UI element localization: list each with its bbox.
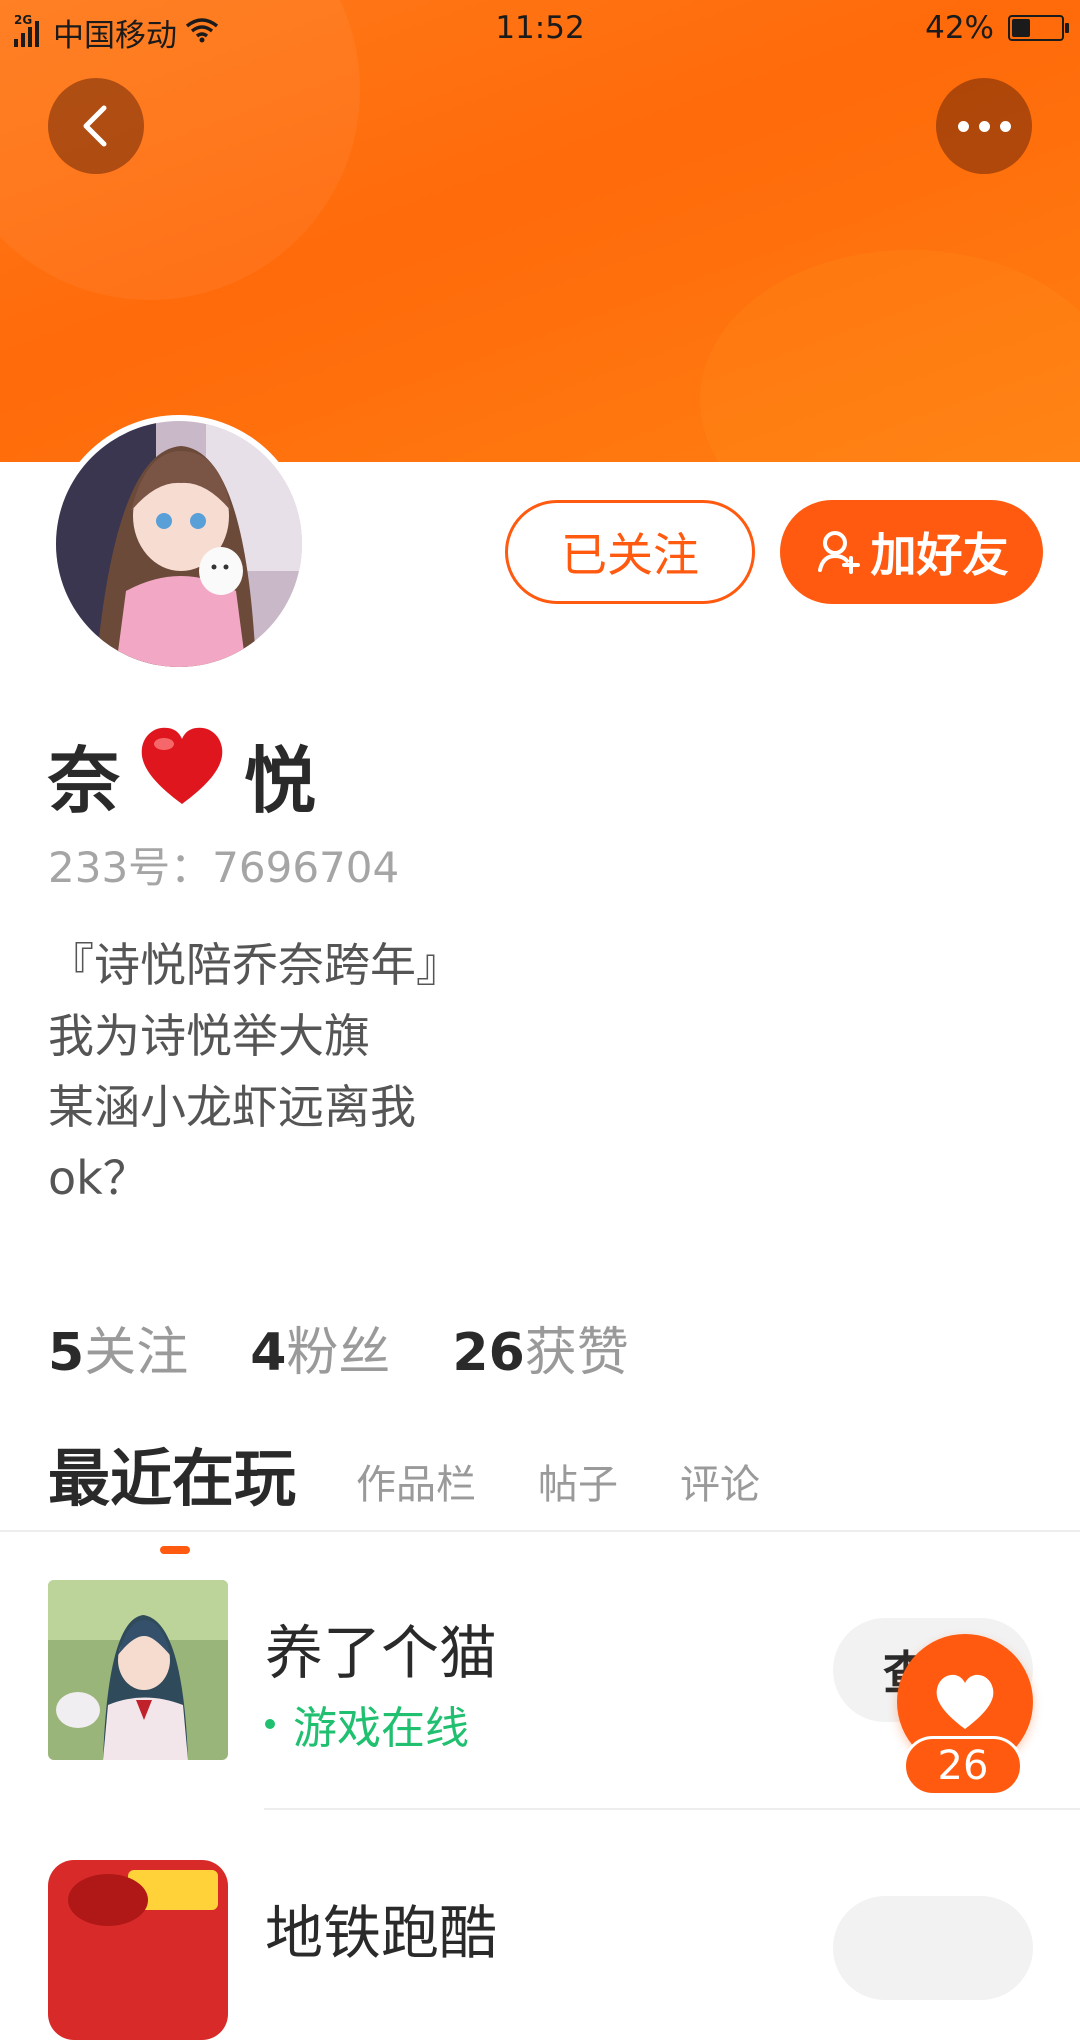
row-divider: [264, 1808, 1080, 1810]
online-dot-icon: [265, 1719, 275, 1729]
heart-emoji: [138, 724, 226, 825]
back-button[interactable]: [48, 78, 144, 174]
chevron-left-icon: [83, 105, 107, 147]
more-dots-icon: [957, 120, 1011, 132]
heart-icon: [936, 1674, 994, 1729]
game-title: 养了个猫: [265, 1619, 498, 1687]
avatar[interactable]: [50, 415, 308, 673]
name-part-1: 奈: [48, 739, 121, 823]
battery-icon: [1008, 15, 1069, 41]
tab-divider: [0, 1530, 1080, 1532]
tab-posts[interactable]: 帖子: [538, 1452, 618, 1528]
name-part-2: 悦: [244, 739, 317, 823]
stats-row: 5关注 4粉丝 26获赞: [48, 1310, 629, 1385]
add-user-icon: [817, 531, 860, 574]
tab-recently-played[interactable]: 最近在玩: [48, 1428, 296, 1554]
more-button[interactable]: [936, 78, 1032, 174]
game-status: 游戏在线: [265, 1692, 469, 1756]
view-button[interactable]: [833, 1896, 1033, 2000]
add-friend-button[interactable]: 加好友: [780, 500, 1043, 604]
bio-line: 某涵小龙虾远离我: [48, 1080, 416, 1134]
game-title: 地铁跑酷: [265, 1899, 498, 1967]
battery-percent: 42%: [925, 10, 994, 46]
stat-following[interactable]: 5关注: [48, 1310, 188, 1385]
tab-bar: 最近在玩 作品栏 帖子 评论: [48, 1428, 822, 1554]
tab-comments[interactable]: 评论: [680, 1452, 760, 1528]
status-bar: 2G 中国移动 11:52 42%: [0, 0, 1080, 56]
add-friend-label: 加好友: [870, 528, 1009, 582]
clock: 11:52: [495, 10, 585, 46]
bio-line: 我为诗悦举大旗: [48, 1009, 370, 1063]
profile-banner: [0, 0, 1080, 462]
like-count: 26: [903, 1736, 1023, 1796]
stat-likes[interactable]: 26获赞: [452, 1310, 628, 1385]
stat-fans[interactable]: 4粉丝: [250, 1310, 390, 1385]
followed-button[interactable]: 已关注: [505, 500, 755, 604]
bio-line: ok？: [48, 1151, 149, 1205]
profile-name: 奈 悦: [48, 722, 316, 827]
game-icon: [48, 1860, 228, 2040]
bio: 『诗悦陪乔奈跨年』 我为诗悦举大旗 某涵小龙虾远离我 ok？: [48, 930, 462, 1214]
game-icon: [48, 1580, 228, 1760]
user-id: 233号：7696704: [48, 843, 400, 892]
tab-works[interactable]: 作品栏: [356, 1452, 476, 1528]
bio-line: 『诗悦陪乔奈跨年』: [48, 938, 462, 992]
